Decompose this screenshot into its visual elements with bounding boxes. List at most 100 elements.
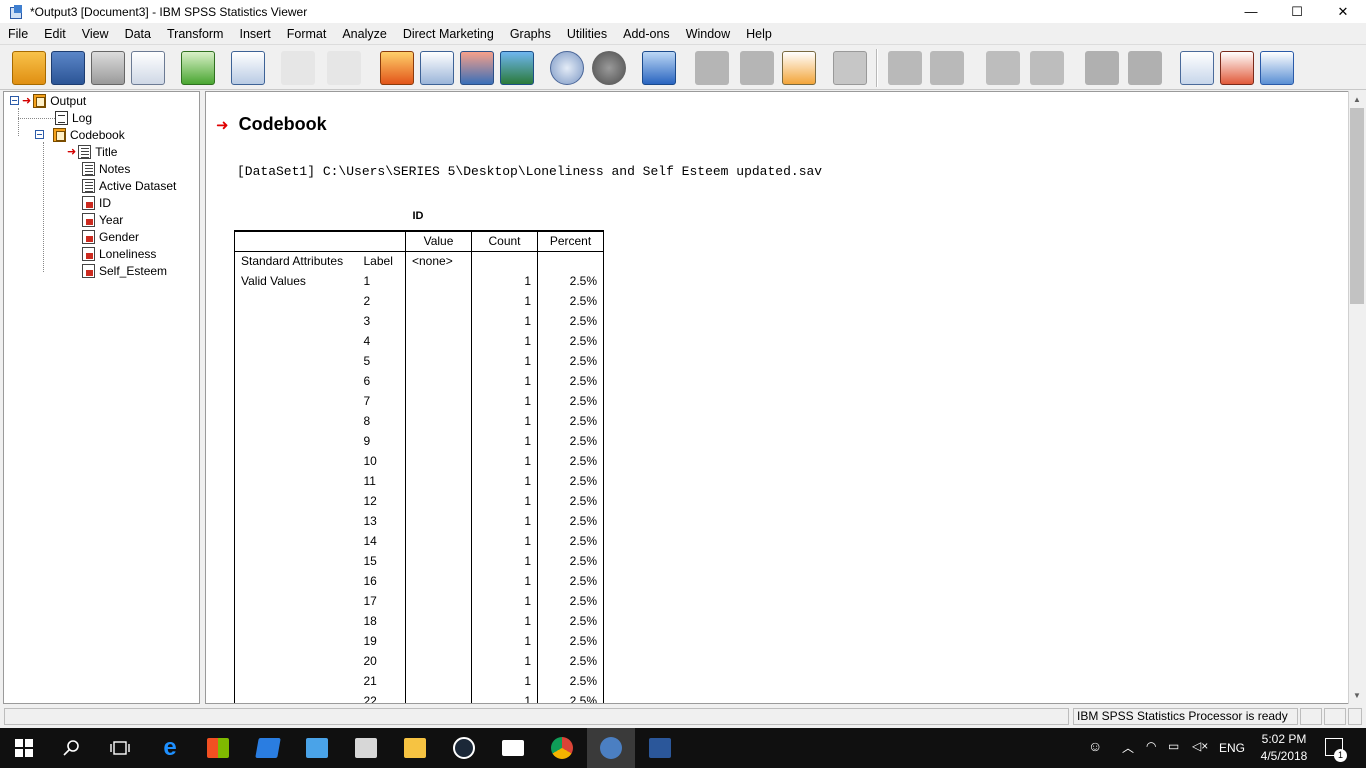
undo-icon[interactable]	[281, 51, 315, 85]
insert-title-icon[interactable]	[782, 51, 816, 85]
use-sets-icon[interactable]	[695, 51, 729, 85]
menu-data[interactable]: Data	[117, 23, 159, 45]
menu-add-ons[interactable]: Add-ons	[615, 23, 678, 45]
battery-icon[interactable]: ▭	[1168, 739, 1179, 753]
vertical-scrollbar[interactable]: ▲ ▼	[1348, 91, 1365, 704]
cell-value-code: 11	[363, 474, 376, 488]
cell-count: 1	[471, 511, 538, 531]
tree-item-active-dataset[interactable]: Active Dataset	[82, 177, 176, 194]
menu-view[interactable]: View	[74, 23, 117, 45]
cell-percent: 2.5%	[537, 431, 604, 451]
store-icon[interactable]	[194, 728, 242, 768]
print-preview-icon[interactable]	[131, 51, 165, 85]
maximize-button[interactable]: ☐	[1274, 0, 1320, 23]
mail-icon[interactable]	[489, 728, 537, 768]
cell-value-code: 18	[363, 614, 377, 628]
clock-time[interactable]: 5:02 PM	[1260, 732, 1308, 746]
insert-heading-icon[interactable]	[1180, 51, 1214, 85]
cell-count: 1	[471, 371, 538, 391]
menu-help[interactable]: Help	[738, 23, 780, 45]
tree-item-title[interactable]: ➜ Title	[67, 143, 117, 160]
notes-icon	[82, 178, 95, 193]
scroll-up-icon[interactable]: ▲	[1349, 91, 1365, 108]
goto-data-icon[interactable]	[380, 51, 414, 85]
search-icon[interactable]	[48, 728, 96, 768]
recall-dialog-icon[interactable]	[231, 51, 265, 85]
export-icon[interactable]	[181, 51, 215, 85]
steam-icon[interactable]	[440, 728, 488, 768]
cell-count: 1	[471, 631, 538, 651]
show-icon[interactable]	[1085, 51, 1119, 85]
row-group-label	[234, 511, 358, 531]
minimize-button[interactable]: —	[1228, 0, 1274, 23]
spss-icon[interactable]	[587, 728, 635, 768]
codebook-heading[interactable]: ➜ Codebook	[216, 114, 327, 135]
menu-graphs[interactable]: Graphs	[502, 23, 559, 45]
table-row: 9 1 2.5%	[234, 431, 604, 451]
menu-edit[interactable]: Edit	[36, 23, 74, 45]
close-button[interactable]: ✕	[1320, 0, 1366, 23]
menu-file[interactable]: File	[0, 23, 36, 45]
insert-text-icon[interactable]	[833, 51, 867, 85]
tree-item-loneliness[interactable]: Loneliness	[82, 245, 156, 262]
hide-icon[interactable]	[1128, 51, 1162, 85]
tree-item-self-esteem[interactable]: Self_Esteem	[82, 262, 167, 279]
print-icon[interactable]	[91, 51, 125, 85]
designate-window-icon[interactable]	[592, 51, 626, 85]
menu-insert[interactable]: Insert	[231, 23, 278, 45]
word-icon[interactable]	[636, 728, 684, 768]
expand-icon[interactable]	[986, 51, 1020, 85]
tree-item-codebook[interactable]: Codebook	[35, 126, 125, 143]
redo-icon[interactable]	[327, 51, 361, 85]
demote-icon[interactable]	[930, 51, 964, 85]
codebook-table[interactable]: Value Count Percent Standard Attributes …	[234, 230, 604, 703]
value-labels-icon[interactable]	[642, 51, 676, 85]
insert-page-title-icon[interactable]	[1220, 51, 1254, 85]
promote-icon[interactable]	[888, 51, 922, 85]
file-explorer-icon[interactable]	[391, 728, 439, 768]
paint-icon[interactable]	[342, 728, 390, 768]
row-group-label	[234, 491, 358, 511]
tree-item-log[interactable]: Log	[55, 109, 92, 126]
menu-transform[interactable]: Transform	[159, 23, 232, 45]
app-icon[interactable]	[293, 728, 341, 768]
goto-case-icon[interactable]	[420, 51, 454, 85]
open-icon[interactable]	[12, 51, 46, 85]
insert-output-icon[interactable]	[740, 51, 774, 85]
menu-direct-marketing[interactable]: Direct Marketing	[395, 23, 502, 45]
scroll-thumb[interactable]	[1350, 108, 1364, 304]
goto-variable-icon[interactable]	[460, 51, 494, 85]
tree-item-notes[interactable]: Notes	[82, 160, 130, 177]
collapse-toggle-icon[interactable]	[10, 96, 19, 105]
menu-window[interactable]: Window	[678, 23, 738, 45]
table-row: 16 1 2.5%	[234, 571, 604, 591]
tree-item-id[interactable]: ID	[82, 194, 111, 211]
volume-muted-icon[interactable]: ◁×	[1192, 739, 1208, 753]
menu-format[interactable]: Format	[279, 23, 335, 45]
log-icon	[55, 110, 68, 125]
output-content-pane: ➜ Codebook [DataSet1] C:\Users\SERIES 5\…	[205, 91, 1350, 704]
insert-new-text-icon[interactable]	[1260, 51, 1294, 85]
variables-icon[interactable]	[500, 51, 534, 85]
select-cases-icon[interactable]	[550, 51, 584, 85]
collapse-toggle-icon[interactable]	[35, 130, 44, 139]
tree-item-gender[interactable]: Gender	[82, 228, 139, 245]
input-language[interactable]: ENG	[1219, 741, 1245, 755]
task-view-icon[interactable]	[96, 728, 144, 768]
collapse-icon[interactable]	[1030, 51, 1064, 85]
show-hidden-icons-icon[interactable]: ︿	[1122, 739, 1134, 756]
scroll-down-icon[interactable]: ▼	[1349, 687, 1365, 704]
people-icon[interactable]: ☺	[1088, 738, 1102, 754]
menu-utilities[interactable]: Utilities	[559, 23, 615, 45]
wifi-icon[interactable]: ◠	[1146, 739, 1156, 753]
tree-item-year[interactable]: Year	[82, 211, 123, 228]
clock-date[interactable]: 4/5/2018	[1256, 749, 1312, 763]
tree-item-output[interactable]: ➜ Output	[10, 92, 86, 109]
edge-icon[interactable]: e	[146, 728, 194, 768]
save-icon[interactable]	[51, 51, 85, 85]
menu-analyze[interactable]: Analyze	[334, 23, 394, 45]
cell-value-code: 16	[363, 574, 377, 588]
windows-start-icon[interactable]	[0, 728, 48, 768]
photos-icon[interactable]	[244, 728, 292, 768]
chrome-icon[interactable]	[538, 728, 586, 768]
